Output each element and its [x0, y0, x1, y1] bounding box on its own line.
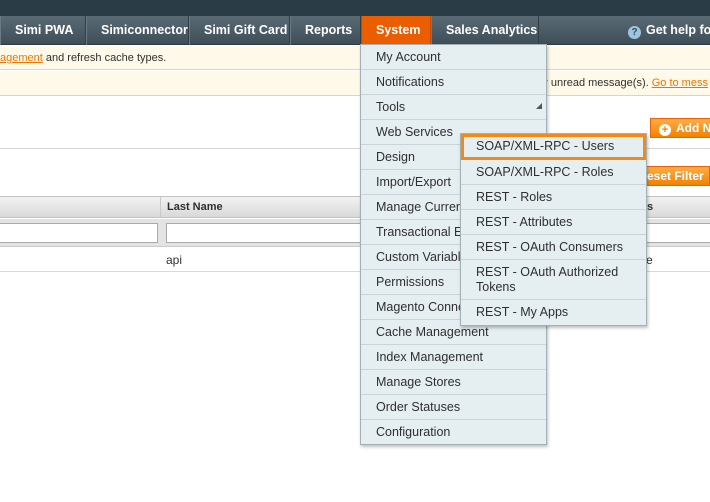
plus-circle-icon: +	[659, 124, 671, 136]
menu-item-my-account[interactable]: My Account	[361, 45, 546, 70]
menu-item-tools[interactable]: Tools	[361, 95, 546, 120]
menu-item-configuration[interactable]: Configuration	[361, 420, 546, 445]
filter-input-partial[interactable]	[646, 223, 710, 243]
nav-simiconnector[interactable]: Simiconnector	[86, 16, 189, 45]
nav-reports[interactable]: Reports	[290, 16, 361, 45]
top-strip	[0, 0, 710, 16]
submenu-item-rest-oauth-consumers[interactable]: REST - OAuth Consumers	[461, 235, 646, 260]
help-link[interactable]: ? Get help fo	[628, 16, 710, 45]
menu-item-tools-label: Tools	[376, 100, 406, 114]
submenu-item-rest-oauth-tokens[interactable]: REST - OAuth Authorized Tokens	[461, 260, 646, 300]
main-navigation: Simi PWA Simiconnector Simi Gift Card Re…	[0, 16, 710, 45]
cell-last-name: api	[166, 253, 183, 267]
help-label: Get help fo	[646, 23, 710, 37]
web-services-submenu: SOAP/XML-RPC - Users SOAP/XML-RPC - Role…	[460, 133, 647, 326]
cache-notice: agement and refresh cache types.	[0, 46, 710, 70]
messages-notice: or unread message(s). Go to mess	[0, 71, 710, 96]
go-to-messages-link[interactable]: Go to mess	[652, 77, 708, 89]
reset-filter-button[interactable]: eset Filter	[640, 166, 710, 186]
corner-arrow-icon	[536, 103, 542, 109]
submenu-item-rest-my-apps[interactable]: REST - My Apps	[461, 300, 646, 326]
nav-sales-analytics[interactable]: Sales Analytics	[431, 16, 539, 45]
submenu-item-rest-roles[interactable]: REST - Roles	[461, 185, 646, 210]
filter-input-first[interactable]	[0, 223, 158, 243]
nav-simi-gift-card[interactable]: Simi Gift Card	[189, 16, 290, 45]
menu-item-manage-stores[interactable]: Manage Stores	[361, 370, 546, 395]
column-partial[interactable]: s	[640, 197, 710, 217]
submenu-item-soap-roles[interactable]: SOAP/XML-RPC - Roles	[461, 160, 646, 185]
cache-notice-text: and refresh cache types.	[42, 52, 167, 64]
add-new-button[interactable]: + Add N	[650, 118, 710, 138]
cache-management-link[interactable]: agement	[0, 52, 43, 64]
filter-input-last-name[interactable]	[166, 223, 366, 243]
menu-item-order-statuses[interactable]: Order Statuses	[361, 395, 546, 420]
question-circle-icon: ?	[628, 26, 641, 39]
submenu-item-soap-users[interactable]: SOAP/XML-RPC - Users	[461, 134, 646, 160]
menu-item-index-management[interactable]: Index Management	[361, 345, 546, 370]
messages-notice-text: or unread message(s).	[538, 77, 652, 89]
add-new-label: Add N	[676, 121, 710, 135]
nav-system[interactable]: System	[361, 16, 431, 45]
menu-item-notifications[interactable]: Notifications	[361, 70, 546, 95]
column-last-name[interactable]: Last Name	[160, 197, 360, 217]
nav-simi-pwa[interactable]: Simi PWA	[0, 16, 86, 45]
submenu-item-rest-attributes[interactable]: REST - Attributes	[461, 210, 646, 235]
